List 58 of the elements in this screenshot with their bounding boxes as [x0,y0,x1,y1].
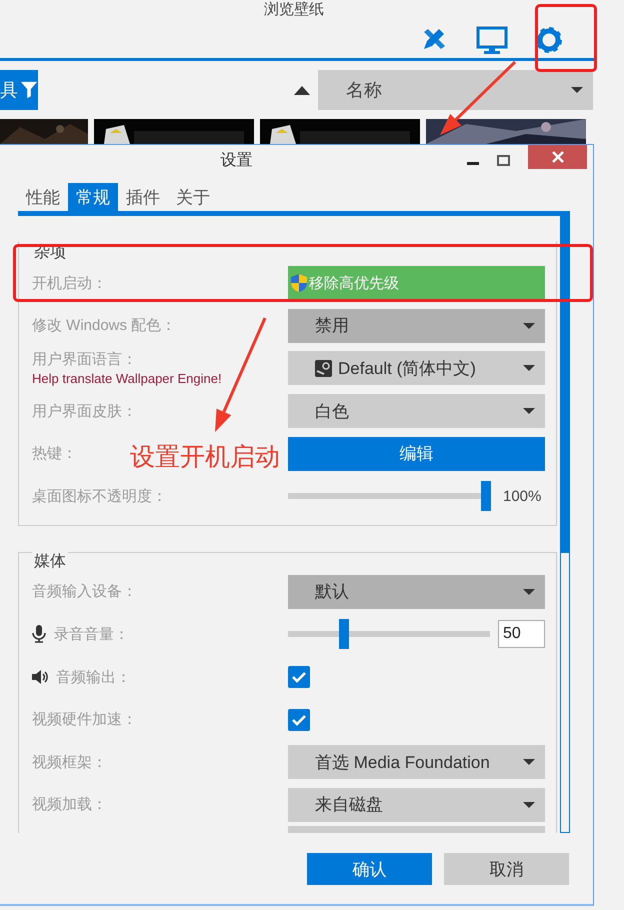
slider-value: 100% [503,488,542,505]
edit-button[interactable]: 编辑 [288,436,545,471]
setting-label: 音频输出： [56,668,131,687]
sort-up-icon[interactable] [294,85,310,95]
setting-label: 音频输入设备： [32,582,137,602]
tab[interactable]: 常规 [68,183,118,211]
dropdown[interactable]: 首选 Media Foundation [288,745,545,780]
speaker-icon [32,669,48,686]
caret-icon [523,802,535,808]
setting-label: 开机启动： [32,274,107,293]
filter-button[interactable]: 具 [0,70,38,110]
caret-icon [523,322,535,329]
setting-label: 用户界面皮肤： [32,402,137,421]
caret-icon [523,408,535,414]
tab[interactable]: 关于 [168,183,218,211]
setting-label: 视频硬件加速： [32,710,137,730]
caret-icon [523,588,535,595]
monitor-icon[interactable] [476,26,508,54]
setting-label: 桌面图标不透明度： [32,486,167,506]
check-icon [291,712,307,727]
checkbox[interactable] [288,708,310,731]
number-field[interactable]: 50 [498,620,545,648]
dropdown[interactable]: 来自磁盘 [288,788,545,822]
caret-icon [523,365,535,372]
checkbox[interactable] [288,666,310,688]
cancel-button[interactable]: 取消 [444,853,569,885]
scrollbar-thumb[interactable] [560,216,570,553]
close-button[interactable] [528,145,587,169]
sort-dropdown[interactable]: 名称 [318,70,593,110]
shield-icon [290,273,308,294]
dropdown[interactable]: Default (简体中文) [288,351,545,386]
tab[interactable]: 插件 [118,183,168,211]
funnel-icon [20,80,38,100]
microphone-icon [32,625,46,644]
caret-icon [523,759,535,766]
setting-label: 录音音量： [54,624,129,644]
check-icon [291,670,307,684]
app-icon [315,360,332,377]
setting-label: 视频加载： [32,795,107,814]
group-title: 媒体 [32,550,68,571]
confirm-button[interactable]: 确认 [307,853,432,885]
settings-icon[interactable] [536,27,562,53]
dropdown[interactable]: 白色 [288,394,545,428]
highlight-box [535,4,597,72]
translate-link[interactable]: Help translate Wallpaper Engine! [32,371,222,386]
slider-thumb[interactable] [339,619,349,650]
maximize-icon[interactable] [497,154,510,166]
close-icon [552,151,564,163]
page-title: 浏览壁纸 [264,1,324,19]
tab[interactable]: 性能 [18,183,68,211]
annotation-text: 设置开机启动 [130,442,280,473]
caret-icon [571,87,583,93]
setting-label: 视频框架： [32,752,107,772]
setting-label: 用户界面语言： [32,350,138,370]
dialog-title: 设置 [220,150,254,170]
setting-label: 修改 Windows 配色： [32,316,176,336]
slider-thumb[interactable] [481,481,491,512]
setting-label: 热键： [32,444,77,464]
